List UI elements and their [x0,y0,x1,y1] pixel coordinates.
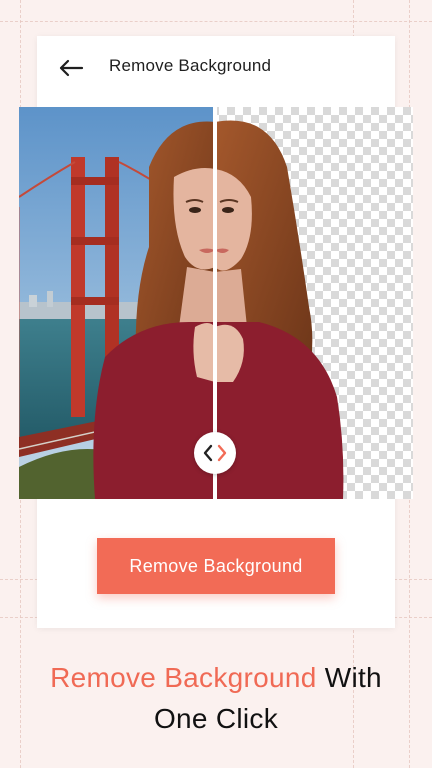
app-header: Remove Background [37,36,395,100]
promo-caption-highlight: Remove Background [50,662,317,693]
processed-photo [215,107,413,499]
promo-caption-rest: With [316,662,382,693]
page-title: Remove Background [109,56,272,75]
original-photo [19,107,215,499]
back-button[interactable] [55,52,87,84]
chevron-left-icon [203,444,213,462]
compare-slider-handle[interactable] [194,432,236,474]
promo-caption: Remove Background With One Click [0,657,432,739]
chevron-right-icon [217,444,227,462]
remove-background-button[interactable]: Remove Background [97,538,335,594]
arrow-left-icon [59,59,84,77]
promo-caption-line2: One Click [153,703,279,734]
